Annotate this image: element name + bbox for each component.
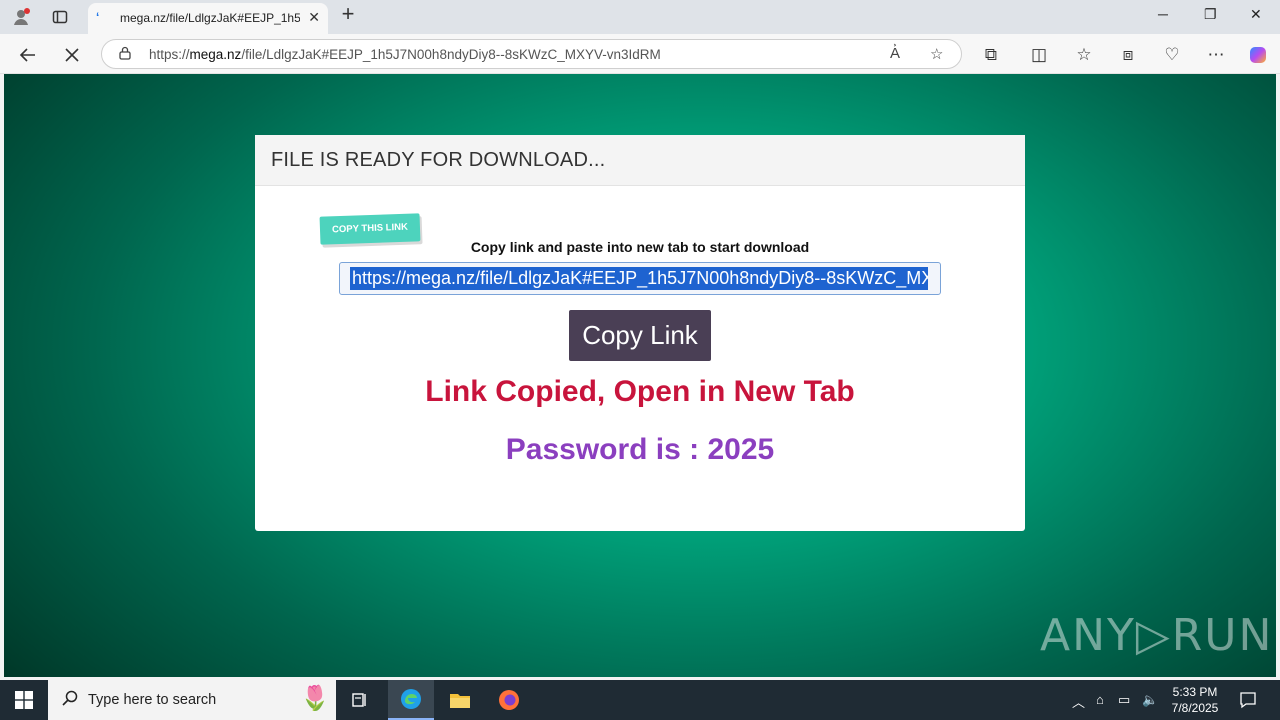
more-menu-icon[interactable]: ⋯ — [1204, 43, 1228, 67]
minimize-icon[interactable]: ─ — [1158, 6, 1168, 22]
extensions-icon[interactable]: ⧉ — [979, 43, 1003, 67]
close-tab-icon[interactable]: ✕ — [308, 9, 320, 26]
browser-essentials-icon[interactable]: ♡ — [1160, 43, 1184, 67]
close-window-icon[interactable]: ✕ — [1250, 6, 1262, 23]
download-card: FILE IS READY FOR DOWNLOAD... COPY THIS … — [255, 135, 1025, 531]
network-icon[interactable]: ▭ — [1118, 692, 1130, 708]
instruction-text: Copy link and paste into new tab to star… — [470, 239, 810, 255]
search-icon — [62, 690, 78, 711]
task-view-icon[interactable] — [337, 680, 383, 720]
stop-loading-icon[interactable] — [60, 43, 84, 67]
notification-icon[interactable] — [1228, 680, 1268, 720]
file-explorer-icon[interactable] — [437, 680, 483, 720]
password-message: Password is : 2025 — [505, 433, 775, 466]
active-tab[interactable]: ʻ mega.nz/file/LdlgzJaK#EEJP_1h5J7 ✕ — [88, 3, 328, 34]
taskbar: Type here to search 🌷 ︿ ⌂ ▭ 🔈 5:33 PM 7/… — [0, 680, 1280, 720]
restore-icon[interactable]: ❐ — [1204, 6, 1217, 23]
address-bar[interactable]: https://mega.nz/file/LdlgzJaK#EEJP_1h5J7… — [101, 39, 962, 69]
copilot-icon[interactable] — [1246, 43, 1270, 67]
new-tab-icon[interactable]: + — [337, 1, 359, 26]
url-text[interactable]: https://mega.nz/file/LdlgzJaK#EEJP_1h5J7… — [149, 47, 661, 62]
meet-now-icon[interactable]: ⌂ — [1096, 692, 1104, 707]
read-aloud-icon[interactable]: A͐ — [890, 45, 900, 62]
tab-title: mega.nz/file/LdlgzJaK#EEJP_1h5J7 — [120, 11, 300, 25]
clock-date: 7/8/2025 — [1171, 701, 1219, 715]
tab-actions-icon[interactable] — [49, 6, 71, 28]
start-button[interactable] — [0, 680, 48, 720]
favorite-star-icon[interactable]: ☆ — [930, 45, 943, 63]
link-field[interactable]: https://mega.nz/file/LdlgzJaK#EEJP_1h5J7… — [339, 262, 941, 295]
page-favicon-icon: ʻ — [96, 10, 100, 24]
lock-icon[interactable] — [118, 46, 132, 63]
split-screen-icon[interactable]: ◫ — [1027, 43, 1051, 67]
search-placeholder: Type here to search — [88, 692, 217, 708]
windows-logo-icon — [15, 691, 33, 709]
back-icon[interactable] — [16, 43, 40, 67]
show-hidden-icons-icon[interactable]: ︿ — [1072, 692, 1085, 711]
search-highlight-flower-icon: 🌷 — [300, 685, 330, 712]
favorites-icon[interactable]: ☆ — [1072, 43, 1096, 67]
anyrun-watermark-logo: ANY▷RUN — [1040, 610, 1274, 661]
link-field-value[interactable]: https://mega.nz/file/LdlgzJaK#EEJP_1h5J7… — [350, 267, 928, 290]
system-clock[interactable]: 5:33 PM 7/8/2025 — [1166, 684, 1224, 716]
card-header: FILE IS READY FOR DOWNLOAD... — [255, 135, 1025, 186]
volume-icon[interactable]: 🔈 — [1142, 692, 1158, 708]
taskbar-search[interactable]: Type here to search 🌷 — [48, 680, 336, 720]
collections-icon[interactable]: ⧈ — [1116, 43, 1140, 67]
page-viewport: FILE IS READY FOR DOWNLOAD... COPY THIS … — [4, 74, 1276, 677]
edge-taskbar-icon[interactable] — [388, 680, 434, 720]
copy-link-button[interactable]: Copy Link — [569, 310, 711, 361]
clock-time: 5:33 PM — [1172, 685, 1218, 699]
profile-icon[interactable] — [10, 6, 32, 28]
tab-strip: ʻ mega.nz/file/LdlgzJaK#EEJP_1h5J7 ✕ + ─… — [0, 0, 1280, 34]
link-copied-message: Link Copied, Open in New Tab — [425, 375, 855, 408]
firefox-icon[interactable] — [486, 680, 532, 720]
